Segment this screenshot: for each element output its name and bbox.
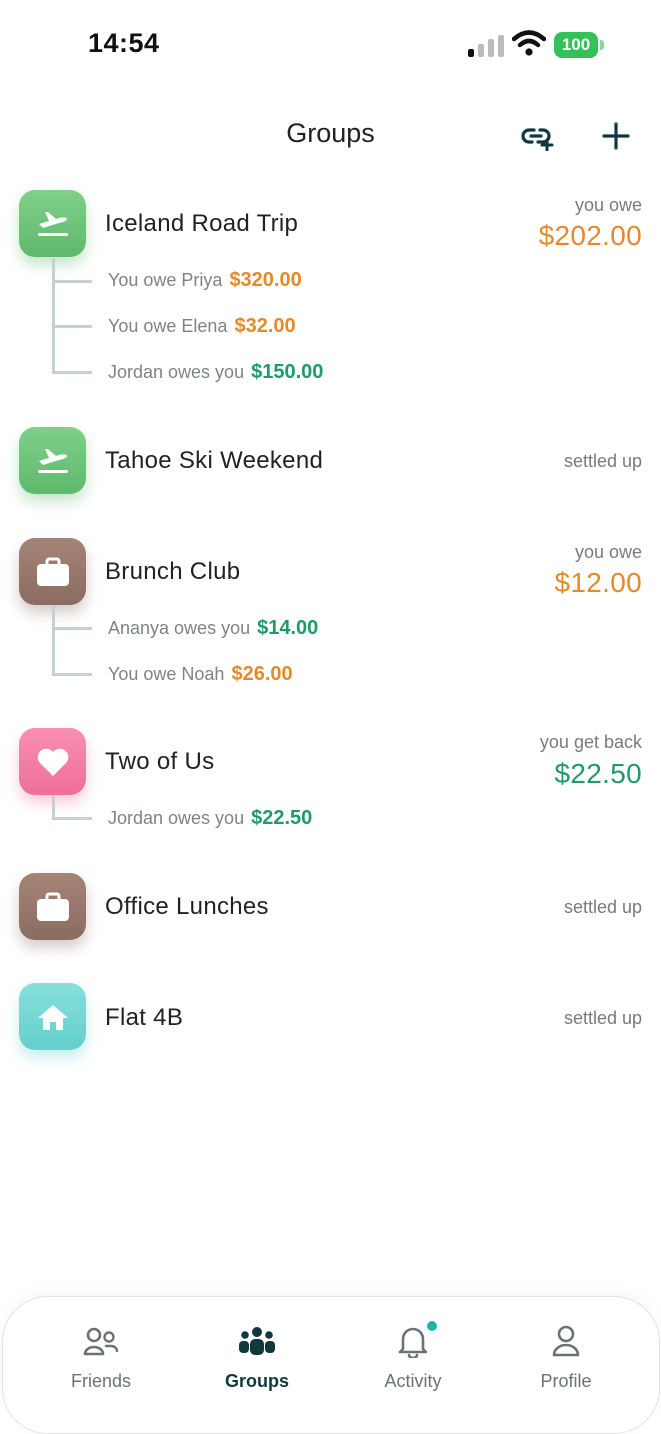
tab-profile[interactable]: Profile: [506, 1321, 626, 1392]
group-balance: $22.50: [554, 758, 642, 789]
tree-line: [52, 795, 55, 819]
balance-detail: Ananya owes you $14.00: [108, 617, 318, 640]
group-name: Tahoe Ski Weekend: [105, 447, 324, 474]
balance-detail: You owe Elena $32.00: [108, 315, 296, 338]
balance-detail-text: You owe Elena: [108, 316, 228, 336]
add-group-button[interactable]: [596, 116, 636, 156]
tab-friends[interactable]: Friends: [41, 1321, 161, 1392]
tab-activity[interactable]: Activity: [353, 1321, 473, 1392]
balance-detail-text: Jordan owes you: [108, 808, 245, 828]
balance-detail-text: You owe Noah: [108, 664, 225, 684]
group-avatar: [19, 728, 86, 795]
friends-icon: [83, 1327, 119, 1356]
balance-detail-text: You owe Priya: [108, 270, 223, 290]
group-avatar: [19, 873, 86, 940]
group-avatar: [19, 538, 86, 605]
status-time: 14:54: [88, 28, 160, 58]
balance-detail-text: Ananya owes you: [108, 618, 251, 638]
battery-icon: 100: [554, 32, 604, 58]
group-name: Flat 4B: [105, 1004, 184, 1031]
notification-dot: [427, 1321, 437, 1331]
groups-icon: [239, 1327, 275, 1355]
link-add-icon: [521, 128, 554, 151]
group-name: Two of Us: [105, 748, 215, 775]
page-title: Groups: [286, 118, 375, 148]
balance-detail: You owe Noah $26.00: [108, 663, 293, 686]
balance-detail: Jordan owes you $22.50: [108, 807, 312, 830]
tree-branch: [52, 280, 92, 283]
briefcase-icon: [36, 557, 69, 586]
balance-detail-amount: $32.00: [234, 315, 296, 337]
home-icon: [37, 1004, 68, 1030]
join-link-button[interactable]: [518, 116, 558, 156]
status-bar: 14:54 100: [0, 0, 661, 90]
tree-branch: [52, 325, 92, 328]
briefcase-icon: [36, 892, 69, 921]
group-name: Office Lunches: [105, 893, 269, 920]
balance-detail: Jordan owes you $150.00: [108, 361, 323, 384]
balance-detail-amount: $14.00: [257, 617, 319, 639]
group-status-label: settled up: [563, 897, 642, 917]
wifi-icon: [512, 30, 546, 56]
balance-detail-amount: $22.50: [251, 807, 313, 829]
airplane-icon: [37, 448, 68, 473]
balance-detail-amount: $150.00: [251, 361, 324, 383]
heart-icon: [37, 748, 68, 776]
bell-icon: [398, 1327, 428, 1358]
balance-detail: You owe Priya $320.00: [108, 269, 302, 292]
tree-line: [52, 605, 55, 675]
tab-bar: Friends Groups Activity Profile: [2, 1296, 660, 1434]
group-balance: $12.00: [554, 567, 642, 598]
tab-label: Friends: [70, 1371, 132, 1391]
airplane-icon: [37, 211, 68, 236]
tab-label: Profile: [540, 1371, 592, 1391]
tab-label: Activity: [384, 1371, 442, 1391]
group-status-label: settled up: [563, 451, 642, 471]
tree-branch: [52, 371, 92, 374]
tab-label: Groups: [224, 1371, 289, 1391]
person-icon: [552, 1325, 580, 1357]
tab-groups[interactable]: Groups: [197, 1321, 317, 1392]
tree-branch: [52, 673, 92, 676]
balance-detail-text: Jordan owes you: [108, 362, 245, 382]
group-status-label: you get back: [539, 732, 642, 752]
plus-icon: [602, 122, 630, 150]
tree-branch: [52, 627, 92, 630]
group-status-label: you owe: [574, 195, 642, 215]
tree-branch: [52, 817, 92, 820]
group-balance: $202.00: [538, 220, 642, 251]
tree-line: [52, 258, 55, 374]
group-avatar: [19, 983, 86, 1050]
group-name: Iceland Road Trip: [105, 210, 299, 237]
group-avatar: [19, 190, 86, 257]
balance-detail-amount: $320.00: [229, 269, 302, 291]
group-avatar: [19, 427, 86, 494]
balance-detail-amount: $26.00: [231, 663, 293, 685]
battery-level: 100: [554, 32, 598, 58]
group-status-label: settled up: [563, 1008, 642, 1028]
group-name: Brunch Club: [105, 558, 241, 585]
group-status-label: you owe: [574, 542, 642, 562]
signal-icon: [468, 35, 504, 57]
